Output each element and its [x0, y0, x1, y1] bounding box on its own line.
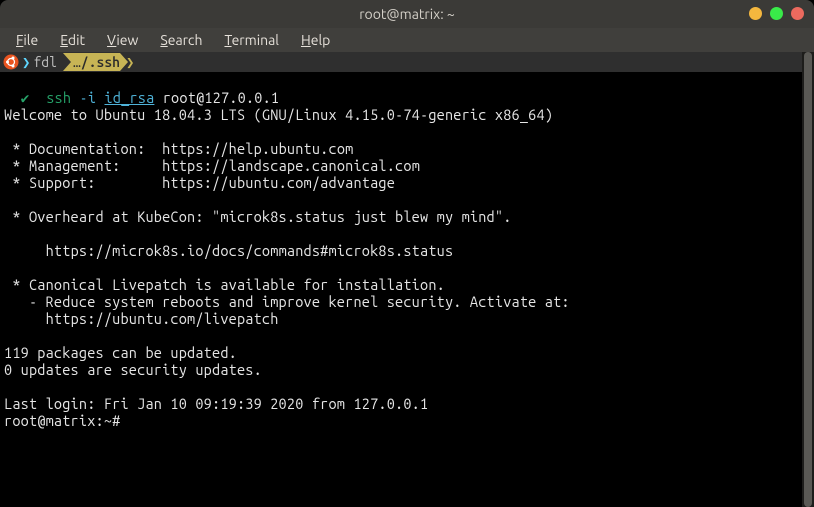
terminal-output[interactable]: ✔ ssh -i id_rsa root@127.0.0.1 Welcome t… [0, 72, 814, 446]
close-button[interactable] [791, 7, 804, 20]
ssh-command-line: ✔ ssh -i id_rsa root@127.0.0.1 [4, 89, 279, 106]
menu-edit[interactable]: Edit [50, 30, 95, 50]
microk8s-url: https://microk8s.io/docs/commands#microk… [46, 242, 454, 259]
shell-prompt[interactable]: root@matrix:~# [4, 412, 120, 429]
menubar: File Edit View Search Terminal Help [0, 28, 814, 52]
ssh-flag: -i [80, 89, 97, 106]
scrollbar-thumb[interactable] [804, 52, 812, 507]
motd-kubecon: * Overheard at KubeCon: "microk8s.status… [4, 208, 512, 225]
titlebar[interactable]: root@matrix: ~ [0, 0, 814, 28]
ssh-keyfile: id_rsa [104, 89, 154, 106]
motd-livepatch-url-line: https://ubuntu.com/livepatch [4, 310, 279, 327]
menu-search[interactable]: Search [150, 30, 212, 50]
motd-livepatch-desc: - Reduce system reboots and improve kern… [4, 293, 570, 310]
prompt-command: fdl [33, 54, 57, 70]
maximize-button[interactable] [770, 7, 783, 20]
livepatch-url: https://ubuntu.com/livepatch [46, 310, 279, 327]
prompt-path-chip: …/.ssh [63, 53, 128, 71]
check-icon: ✔ [21, 89, 30, 106]
menu-terminal[interactable]: Terminal [214, 30, 289, 50]
window-title: root@matrix: ~ [359, 6, 455, 22]
prompt-arrow-icon: ❯ [22, 54, 30, 71]
doc-url: https://help.ubuntu.com [162, 140, 353, 157]
motd-microk8s-line: https://microk8s.io/docs/commands#microk… [4, 242, 453, 259]
window-controls [749, 7, 804, 20]
minimize-button[interactable] [749, 7, 762, 20]
menu-view[interactable]: View [97, 30, 148, 50]
motd-last-login: Last login: Fri Jan 10 09:19:39 2020 fro… [4, 395, 428, 412]
scrollbar[interactable] [802, 52, 814, 507]
motd-sec-updates: 0 updates are security updates. [4, 361, 262, 378]
menu-help[interactable]: Help [291, 30, 340, 50]
ubuntu-logo-icon [2, 53, 20, 71]
motd-doc-line: * Documentation: https://help.ubuntu.com [4, 140, 353, 157]
menu-file[interactable]: File [6, 30, 48, 50]
terminal-window: root@matrix: ~ File Edit View Search Ter… [0, 0, 814, 507]
ssh-cmd: ssh [46, 89, 71, 106]
support-url: https://ubuntu.com/advantage [162, 174, 395, 191]
prompt-line: ❯ fdl …/.ssh ❯ [0, 52, 814, 72]
motd-support-line: * Support: https://ubuntu.com/advantage [4, 174, 395, 191]
motd-pkg-updates: 119 packages can be updated. [4, 344, 237, 361]
ssh-target: root@127.0.0.1 [163, 89, 279, 106]
motd-mgmt-line: * Management: https://landscape.canonica… [4, 157, 420, 174]
motd-livepatch-title: * Canonical Livepatch is available for i… [4, 276, 445, 293]
motd-welcome: Welcome to Ubuntu 18.04.3 LTS (GNU/Linux… [4, 106, 553, 123]
mgmt-url: https://landscape.canonical.com [162, 157, 420, 174]
